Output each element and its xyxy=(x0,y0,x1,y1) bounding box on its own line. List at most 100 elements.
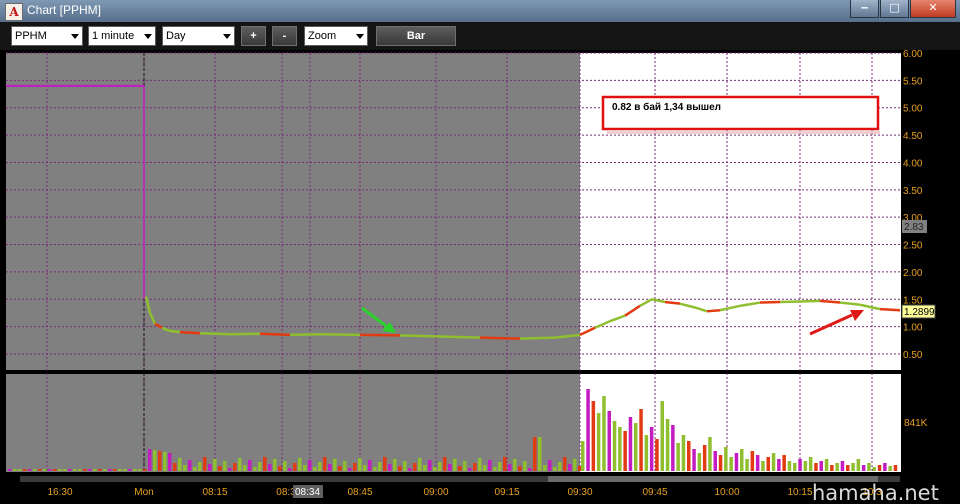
volume-bar xyxy=(313,467,317,471)
volume-bar xyxy=(628,417,633,471)
volume-bar xyxy=(363,465,367,471)
volume-bar xyxy=(553,467,557,471)
volume-bar xyxy=(508,464,512,471)
volume-bar xyxy=(607,411,611,471)
price-segment xyxy=(229,332,261,336)
volume-bar xyxy=(586,389,590,471)
volume-bar xyxy=(433,467,437,471)
volume-bar xyxy=(213,459,217,471)
volume-bar xyxy=(824,459,829,471)
price-segment xyxy=(759,300,781,304)
volume-bar xyxy=(438,462,442,471)
volume-bar xyxy=(278,466,282,471)
range-value: Day xyxy=(166,30,186,42)
volume-bar xyxy=(63,469,67,471)
volume-bar xyxy=(671,425,675,471)
volume-bar xyxy=(343,461,347,471)
volume-bar xyxy=(203,457,207,471)
range-select[interactable]: Day xyxy=(162,26,235,46)
volume-bar xyxy=(168,453,172,471)
price-tick-label: 0.50 xyxy=(903,350,923,361)
chevron-down-icon xyxy=(71,34,79,39)
volume-bar xyxy=(258,462,262,471)
volume-bar xyxy=(814,463,818,471)
price-segment xyxy=(819,299,841,304)
time-tick-label: 10:15 xyxy=(787,487,812,498)
volume-bar xyxy=(729,457,733,471)
volume-bar xyxy=(238,458,242,471)
price-segment xyxy=(439,335,481,339)
volume-bar xyxy=(163,452,167,471)
volume-bar xyxy=(43,469,47,471)
maximize-button[interactable]: □ xyxy=(880,0,909,18)
time-tick-label: 16:30 xyxy=(47,487,72,498)
volume-bar xyxy=(298,458,302,471)
volume-bar xyxy=(803,461,808,471)
price-tick-label: 4.50 xyxy=(903,131,923,142)
volume-bar xyxy=(283,461,287,471)
volume-bar xyxy=(253,467,257,471)
volume-bar xyxy=(418,458,422,471)
volume-bar xyxy=(58,469,62,471)
chart-style-button[interactable]: Bar xyxy=(376,26,456,46)
zoom-value: Zoom xyxy=(308,30,337,42)
chevron-down-icon xyxy=(223,34,231,39)
volume-bar xyxy=(830,465,834,471)
volume-bar xyxy=(248,460,252,471)
volume-bar xyxy=(243,465,247,471)
marker-price-label: 2.83 xyxy=(904,222,924,233)
zoom-out-button[interactable]: - xyxy=(272,26,297,46)
volume-bar xyxy=(478,458,482,471)
price-segment xyxy=(706,308,721,313)
volume-axis-label: 841K xyxy=(904,418,928,429)
volume-bar xyxy=(639,409,643,471)
volume-bar xyxy=(293,463,297,471)
zoom-in-button[interactable]: + xyxy=(241,26,266,46)
price-tick-label: 5.50 xyxy=(903,76,923,87)
volume-premarket-region xyxy=(6,374,580,472)
minimize-button[interactable]: ‒ xyxy=(850,0,879,18)
price-segment xyxy=(799,299,821,303)
volume-bar xyxy=(523,461,527,471)
volume-bar xyxy=(398,466,402,471)
volume-bar xyxy=(393,459,397,471)
volume-bar xyxy=(178,458,182,471)
volume-bar xyxy=(798,459,802,471)
volume-bar xyxy=(777,459,781,471)
close-button[interactable]: ✕ xyxy=(910,0,956,18)
volume-bar xyxy=(612,421,617,471)
volume-bar xyxy=(8,469,12,471)
volume-bar xyxy=(851,463,855,471)
volume-bar xyxy=(755,455,760,471)
volume-bar xyxy=(835,463,839,471)
time-tick-label: 09:45 xyxy=(642,487,667,498)
interval-select[interactable]: 1 minute xyxy=(88,26,156,46)
volume-bar xyxy=(708,437,712,471)
title-bar: A Chart [PPHM] ‒ □ ✕ xyxy=(0,0,960,23)
volume-bar xyxy=(463,461,467,471)
volume-bar xyxy=(53,469,57,471)
time-tick-label: 08:45 xyxy=(347,487,372,498)
volume-bar xyxy=(649,427,654,471)
zoom-select[interactable]: Zoom xyxy=(304,26,368,46)
volume-bar xyxy=(702,445,707,471)
volume-bar xyxy=(687,441,691,471)
volume-bar xyxy=(488,460,492,471)
volume-bar xyxy=(533,437,537,471)
volume-bar xyxy=(138,469,142,471)
volume-bar xyxy=(861,465,866,471)
chart-toolbar: PPHM 1 minute Day + - Zoom Bar xyxy=(0,22,960,50)
symbol-select[interactable]: PPHM xyxy=(11,26,83,46)
volume-bar xyxy=(558,462,562,471)
chevron-down-icon xyxy=(144,34,152,39)
volume-bar xyxy=(38,469,42,471)
price-segment xyxy=(289,333,321,337)
window-title: Chart [PPHM] xyxy=(27,3,102,17)
price-chart[interactable]: 6.005.505.004.504.003.503.002.502.001.50… xyxy=(0,50,960,504)
watermark: hamaha.net xyxy=(812,481,939,504)
volume-bar xyxy=(18,469,22,471)
volume-bar xyxy=(819,461,823,471)
app-icon: A xyxy=(5,3,23,21)
chevron-down-icon xyxy=(356,34,364,39)
symbol-value: PPHM xyxy=(15,30,47,42)
